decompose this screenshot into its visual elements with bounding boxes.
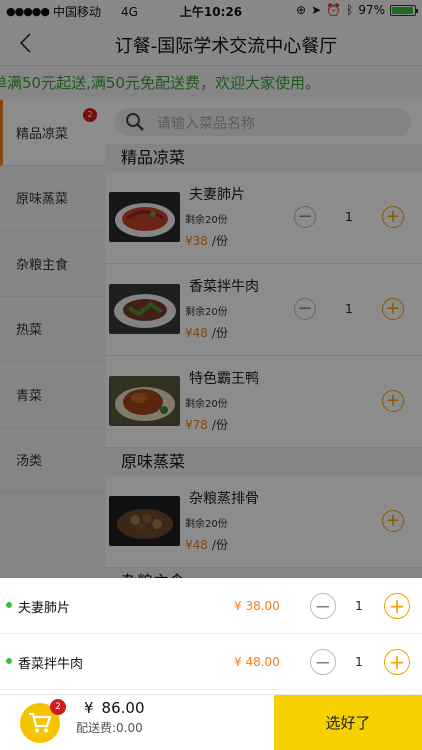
cart-item-name: 夫妻肺片 [18, 601, 71, 616]
cart-decrease-button[interactable]: − [310, 649, 336, 675]
currency-symbol: ¥ [84, 699, 94, 717]
cart-item-dot [6, 658, 12, 664]
cart-quantity: 1 [355, 655, 363, 669]
cart-icon [29, 712, 52, 733]
cart-increase-button[interactable]: + [384, 593, 410, 619]
cart-item-name: 香菜拌牛肉 [18, 657, 84, 672]
cart-item: 香菜拌牛肉 ¥ 48.00 − 1 + [0, 634, 422, 690]
cart-item-price: ¥ 48.00 [234, 655, 280, 669]
cart-quantity: 1 [355, 599, 363, 613]
total-amount: 86.00 [101, 699, 145, 717]
cart-item-dot [6, 602, 12, 608]
delivery-fee: 配送费:0.00 [76, 721, 143, 735]
cart-panel: 夫妻肺片 ¥ 38.00 − 1 + 香菜拌牛肉 ¥ 48.00 − 1 + [0, 578, 422, 694]
cart-increase-button[interactable]: + [384, 649, 410, 675]
cart-total: ¥86.00 [84, 699, 145, 717]
modal-overlay[interactable] [0, 0, 422, 578]
cart-count-badge: 2 [50, 699, 66, 715]
cart-decrease-button[interactable]: − [310, 593, 336, 619]
checkout-button[interactable]: 选好了 [274, 695, 422, 750]
cart-item: 夫妻肺片 ¥ 38.00 − 1 + [0, 578, 422, 634]
cart-item-price: ¥ 38.00 [234, 599, 280, 613]
cart-button[interactable]: 2 [20, 699, 66, 743]
cart-bar: 2 ¥86.00 配送费:0.00 选好了 [0, 694, 422, 750]
